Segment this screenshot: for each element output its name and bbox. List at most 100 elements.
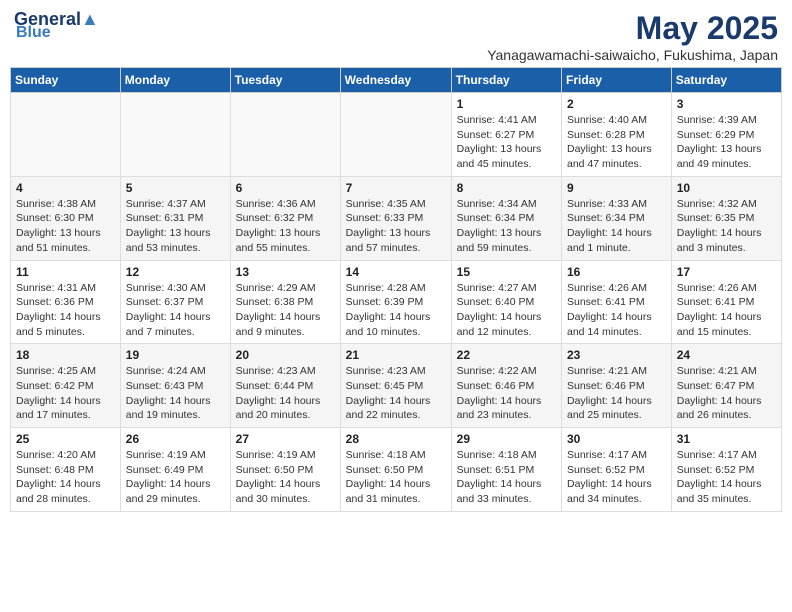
day-info: Sunrise: 4:38 AM Sunset: 6:30 PM Dayligh…	[16, 197, 115, 256]
day-number: 20	[236, 348, 335, 362]
logo-blue: Blue	[16, 24, 51, 42]
day-number: 4	[16, 181, 115, 195]
calendar-cell: 14 Sunrise: 4:28 AM Sunset: 6:39 PM Dayli…	[340, 260, 451, 344]
calendar-cell: 26Sunrise: 4:19 AM Sunset: 6:49 PM Dayli…	[120, 428, 230, 512]
day-number: 28	[346, 432, 446, 446]
day-number: 26	[126, 432, 225, 446]
day-info: Sunrise: 4:36 AM Sunset: 6:32 PM Dayligh…	[236, 197, 335, 256]
location: Yanagawamachi-saiwaicho, Fukushima, Japa…	[487, 47, 778, 63]
day-info: Sunrise: 4:30 AM Sunset: 6:37 PM Dayligh…	[126, 281, 225, 340]
day-number: 10	[677, 181, 776, 195]
weekday-header-saturday: Saturday	[671, 68, 781, 93]
calendar-cell	[11, 93, 121, 177]
calendar-cell: 1 Sunrise: 4:41 AM Sunset: 6:27 PM Daylig…	[451, 93, 561, 177]
day-info: Sunrise: 4:22 AM Sunset: 6:46 PM Dayligh…	[457, 364, 556, 423]
day-number: 19	[126, 348, 225, 362]
calendar-cell: 31 Sunrise: 4:17 AM Sunset: 6:52 PM Dayli…	[671, 428, 781, 512]
calendar-cell	[230, 93, 340, 177]
day-number: 6	[236, 181, 335, 195]
day-info: Sunrise: 4:19 AM Sunset: 6:50 PM Dayligh…	[236, 448, 335, 507]
weekday-header-friday: Friday	[562, 68, 672, 93]
calendar-cell: 12 Sunrise: 4:30 AM Sunset: 6:37 PM Dayli…	[120, 260, 230, 344]
calendar-week-3: 11 Sunrise: 4:31 AM Sunset: 6:36 PM Dayli…	[11, 260, 782, 344]
day-number: 29	[457, 432, 556, 446]
day-info: Sunrise: 4:17 AM Sunset: 6:52 PM Dayligh…	[567, 448, 666, 507]
weekday-header-thursday: Thursday	[451, 68, 561, 93]
calendar-cell: 29 Sunrise: 4:18 AM Sunset: 6:51 PM Dayli…	[451, 428, 561, 512]
day-info: Sunrise: 4:34 AM Sunset: 6:34 PM Dayligh…	[457, 197, 556, 256]
day-info: Sunrise: 4:26 AM Sunset: 6:41 PM Dayligh…	[567, 281, 666, 340]
day-info: Sunrise: 4:17 AM Sunset: 6:52 PM Dayligh…	[677, 448, 776, 507]
day-number: 18	[16, 348, 115, 362]
day-number: 16	[567, 265, 666, 279]
weekday-header-tuesday: Tuesday	[230, 68, 340, 93]
day-number: 7	[346, 181, 446, 195]
day-number: 1	[457, 97, 556, 111]
calendar-cell: 20 Sunrise: 4:23 AM Sunset: 6:44 PM Dayli…	[230, 344, 340, 428]
day-info: Sunrise: 4:20 AM Sunset: 6:48 PM Dayligh…	[16, 448, 115, 507]
calendar-cell: 10 Sunrise: 4:32 AM Sunset: 6:35 PM Dayli…	[671, 176, 781, 260]
calendar-cell: 3 Sunrise: 4:39 AM Sunset: 6:29 PM Daylig…	[671, 93, 781, 177]
day-number: 9	[567, 181, 666, 195]
weekday-header-sunday: Sunday	[11, 68, 121, 93]
day-info: Sunrise: 4:31 AM Sunset: 6:36 PM Dayligh…	[16, 281, 115, 340]
day-info: Sunrise: 4:27 AM Sunset: 6:40 PM Dayligh…	[457, 281, 556, 340]
day-number: 14	[346, 265, 446, 279]
calendar-week-5: 25Sunrise: 4:20 AM Sunset: 6:48 PM Dayli…	[11, 428, 782, 512]
day-number: 30	[567, 432, 666, 446]
calendar-cell: 13Sunrise: 4:29 AM Sunset: 6:38 PM Dayli…	[230, 260, 340, 344]
day-number: 12	[126, 265, 225, 279]
day-info: Sunrise: 4:21 AM Sunset: 6:47 PM Dayligh…	[677, 364, 776, 423]
day-number: 23	[567, 348, 666, 362]
calendar-cell: 17 Sunrise: 4:26 AM Sunset: 6:41 PM Dayli…	[671, 260, 781, 344]
day-number: 2	[567, 97, 666, 111]
day-number: 3	[677, 97, 776, 111]
day-number: 22	[457, 348, 556, 362]
calendar-cell: 8Sunrise: 4:34 AM Sunset: 6:34 PM Daylig…	[451, 176, 561, 260]
page-header: General▲ Blue May 2025 Yanagawamachi-sai…	[10, 10, 782, 63]
day-number: 13	[236, 265, 335, 279]
day-info: Sunrise: 4:18 AM Sunset: 6:51 PM Dayligh…	[457, 448, 556, 507]
calendar-cell: 6 Sunrise: 4:36 AM Sunset: 6:32 PM Daylig…	[230, 176, 340, 260]
day-info: Sunrise: 4:21 AM Sunset: 6:46 PM Dayligh…	[567, 364, 666, 423]
day-info: Sunrise: 4:41 AM Sunset: 6:27 PM Dayligh…	[457, 113, 556, 172]
day-number: 31	[677, 432, 776, 446]
title-block: May 2025 Yanagawamachi-saiwaicho, Fukush…	[487, 10, 778, 63]
calendar-cell	[120, 93, 230, 177]
day-info: Sunrise: 4:28 AM Sunset: 6:39 PM Dayligh…	[346, 281, 446, 340]
day-info: Sunrise: 4:33 AM Sunset: 6:34 PM Dayligh…	[567, 197, 666, 256]
day-info: Sunrise: 4:23 AM Sunset: 6:44 PM Dayligh…	[236, 364, 335, 423]
day-info: Sunrise: 4:26 AM Sunset: 6:41 PM Dayligh…	[677, 281, 776, 340]
day-info: Sunrise: 4:32 AM Sunset: 6:35 PM Dayligh…	[677, 197, 776, 256]
day-info: Sunrise: 4:37 AM Sunset: 6:31 PM Dayligh…	[126, 197, 225, 256]
logo: General▲ Blue	[14, 10, 99, 42]
calendar-cell: 28 Sunrise: 4:18 AM Sunset: 6:50 PM Dayli…	[340, 428, 451, 512]
day-info: Sunrise: 4:18 AM Sunset: 6:50 PM Dayligh…	[346, 448, 446, 507]
calendar-cell: 9 Sunrise: 4:33 AM Sunset: 6:34 PM Daylig…	[562, 176, 672, 260]
day-info: Sunrise: 4:39 AM Sunset: 6:29 PM Dayligh…	[677, 113, 776, 172]
calendar-cell: 5Sunrise: 4:37 AM Sunset: 6:31 PM Daylig…	[120, 176, 230, 260]
calendar-cell: 4 Sunrise: 4:38 AM Sunset: 6:30 PM Daylig…	[11, 176, 121, 260]
weekday-header-row: SundayMondayTuesdayWednesdayThursdayFrid…	[11, 68, 782, 93]
calendar-cell: 2Sunrise: 4:40 AM Sunset: 6:28 PM Daylig…	[562, 93, 672, 177]
calendar-cell: 21Sunrise: 4:23 AM Sunset: 6:45 PM Dayli…	[340, 344, 451, 428]
calendar-week-4: 18 Sunrise: 4:25 AM Sunset: 6:42 PM Dayli…	[11, 344, 782, 428]
calendar-cell: 23 Sunrise: 4:21 AM Sunset: 6:46 PM Dayli…	[562, 344, 672, 428]
calendar-cell: 15 Sunrise: 4:27 AM Sunset: 6:40 PM Dayli…	[451, 260, 561, 344]
calendar-cell: 19 Sunrise: 4:24 AM Sunset: 6:43 PM Dayli…	[120, 344, 230, 428]
day-info: Sunrise: 4:25 AM Sunset: 6:42 PM Dayligh…	[16, 364, 115, 423]
day-number: 15	[457, 265, 556, 279]
day-info: Sunrise: 4:23 AM Sunset: 6:45 PM Dayligh…	[346, 364, 446, 423]
weekday-header-monday: Monday	[120, 68, 230, 93]
calendar-cell: 25Sunrise: 4:20 AM Sunset: 6:48 PM Dayli…	[11, 428, 121, 512]
day-number: 27	[236, 432, 335, 446]
day-number: 11	[16, 265, 115, 279]
day-info: Sunrise: 4:35 AM Sunset: 6:33 PM Dayligh…	[346, 197, 446, 256]
calendar-cell: 7 Sunrise: 4:35 AM Sunset: 6:33 PM Daylig…	[340, 176, 451, 260]
calendar-cell: 27 Sunrise: 4:19 AM Sunset: 6:50 PM Dayli…	[230, 428, 340, 512]
calendar-cell: 11 Sunrise: 4:31 AM Sunset: 6:36 PM Dayli…	[11, 260, 121, 344]
day-number: 24	[677, 348, 776, 362]
day-info: Sunrise: 4:24 AM Sunset: 6:43 PM Dayligh…	[126, 364, 225, 423]
calendar-cell: 24 Sunrise: 4:21 AM Sunset: 6:47 PM Dayli…	[671, 344, 781, 428]
day-number: 17	[677, 265, 776, 279]
